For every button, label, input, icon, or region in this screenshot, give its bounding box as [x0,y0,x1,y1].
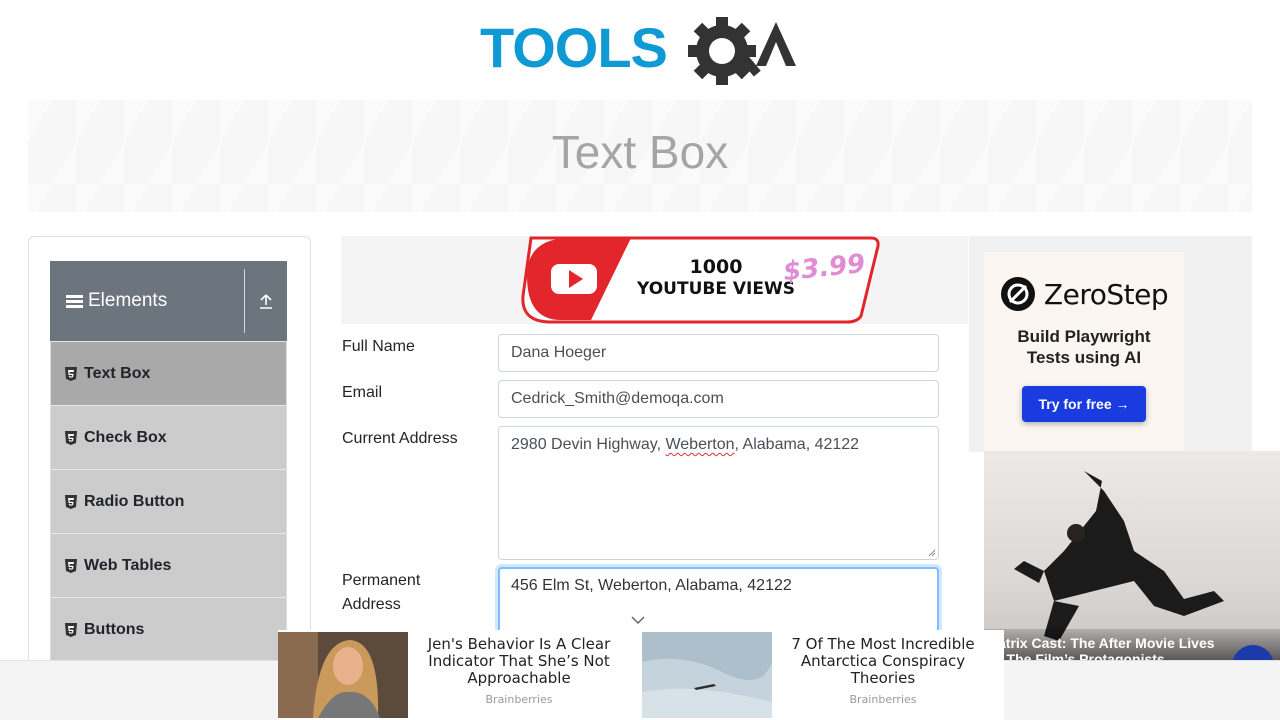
try-for-free-button[interactable]: Try for free → [1022,386,1146,422]
current-address-value-start: 2980 Devin Highway, [511,436,666,453]
zerostep-brand: ZeroStep [1043,277,1169,311]
video-caption-line1: atrix Cast: The After Movie Lives [998,635,1215,651]
html5-icon [65,366,77,381]
sidebar-item-label: Radio Button [84,492,185,510]
permanent-address-label-line2: Address [342,596,401,613]
zerostep-logo: ZeroStep [1000,276,1169,312]
email-label: Email [342,384,383,401]
current-address-label: Current Address [342,430,458,447]
sidebar-item-text-box[interactable]: Text Box [50,341,287,405]
ad-headline: 7 Of The Most Incredible Antarctica Cons… [791,635,975,687]
logo-letter-a [756,22,796,66]
spellcheck-word: Weberton [665,436,735,453]
group-title: Elements [50,290,244,312]
html5-icon [65,558,77,573]
bottom-ad-2[interactable]: 7 Of The Most Incredible Antarctica Cons… [642,632,1004,720]
sidebar-item-label: Check Box [84,428,167,446]
ad-headline: Jen's Behavior Is A Clear Indicator That… [427,635,611,687]
logo-text-tools: TOOLS [480,16,667,79]
zerostep-tagline: Build Playwright Tests using AI [1017,326,1150,368]
resize-grip-icon[interactable] [928,549,936,557]
group-title-label: Elements [88,290,168,311]
sidebar-menu: Text Box Check Box Radio Button Web Tabl… [50,341,287,661]
current-address-textarea[interactable]: 2980 Devin Highway, Weberton, Alabama, 4… [498,426,939,560]
html5-icon [65,494,77,509]
sidebar-group-elements[interactable]: Elements [50,261,287,341]
sidebar-item-check-box[interactable]: Check Box [50,405,287,469]
sidebar-item-label: Text Box [84,364,151,382]
sidebar-item-buttons[interactable]: Buttons [50,597,287,661]
zerostep-tagline-line2: Tests using AI [1026,348,1142,367]
sidebar-item-radio-button[interactable]: Radio Button [50,469,287,533]
zerostep-icon [1000,277,1035,311]
sidebar-item-label: Buttons [84,620,145,638]
current-address-value-end: , Alabama, 42122 [734,436,860,453]
video-ad[interactable]: atrix Cast: The After Movie Lives f The … [984,451,1280,660]
sidebar-item-label: Web Tables [84,556,172,574]
full-name-label: Full Name [342,338,415,355]
hamburger-icon [66,294,83,308]
chevron-down-icon[interactable] [630,615,646,625]
email-value: Cedrick_Smith@demoqa.com [511,390,724,407]
ad-line2: YOUTUBE VIEWS [636,279,795,299]
ad-line1: 1000 [690,256,743,278]
page-banner: Text Box [28,100,1252,212]
ad-source: Brainberries [485,693,553,706]
bottom-ad-1[interactable]: Jen's Behavior Is A Clear Indicator That… [278,632,640,720]
collapse-icon[interactable] [245,293,287,309]
ad-thumbnail [278,632,408,718]
zerostep-ad[interactable]: ZeroStep Build Playwright Tests using AI… [984,252,1184,452]
bottom-ad-unit: Jen's Behavior Is A Clear Indicator That… [278,630,1004,720]
full-name-value: Dana Hoeger [511,344,607,361]
permanent-address-label: Permanent Address [342,569,420,617]
email-input[interactable]: Cedrick_Smith@demoqa.com [498,380,939,418]
ad-source: Brainberries [849,693,917,706]
full-name-input[interactable]: Dana Hoeger [498,334,939,372]
zerostep-tagline-line1: Build Playwright [1017,327,1151,346]
permanent-address-label-line1: Permanent [342,572,421,589]
sidebar-item-web-tables[interactable]: Web Tables [50,533,287,597]
permanent-address-value: 456 Elm St, Weberton, Alabama, 42122 [511,577,792,594]
youtube-views-ad[interactable]: 1000 YOUTUBE VIEWS $3.99 [341,236,968,324]
html5-icon [65,622,77,637]
page-title: Text Box [551,126,729,178]
toolsqa-logo[interactable]: TOOLS [480,14,805,92]
ad-thumbnail [642,632,772,718]
gear-icon [688,17,761,85]
html5-icon [65,430,77,445]
